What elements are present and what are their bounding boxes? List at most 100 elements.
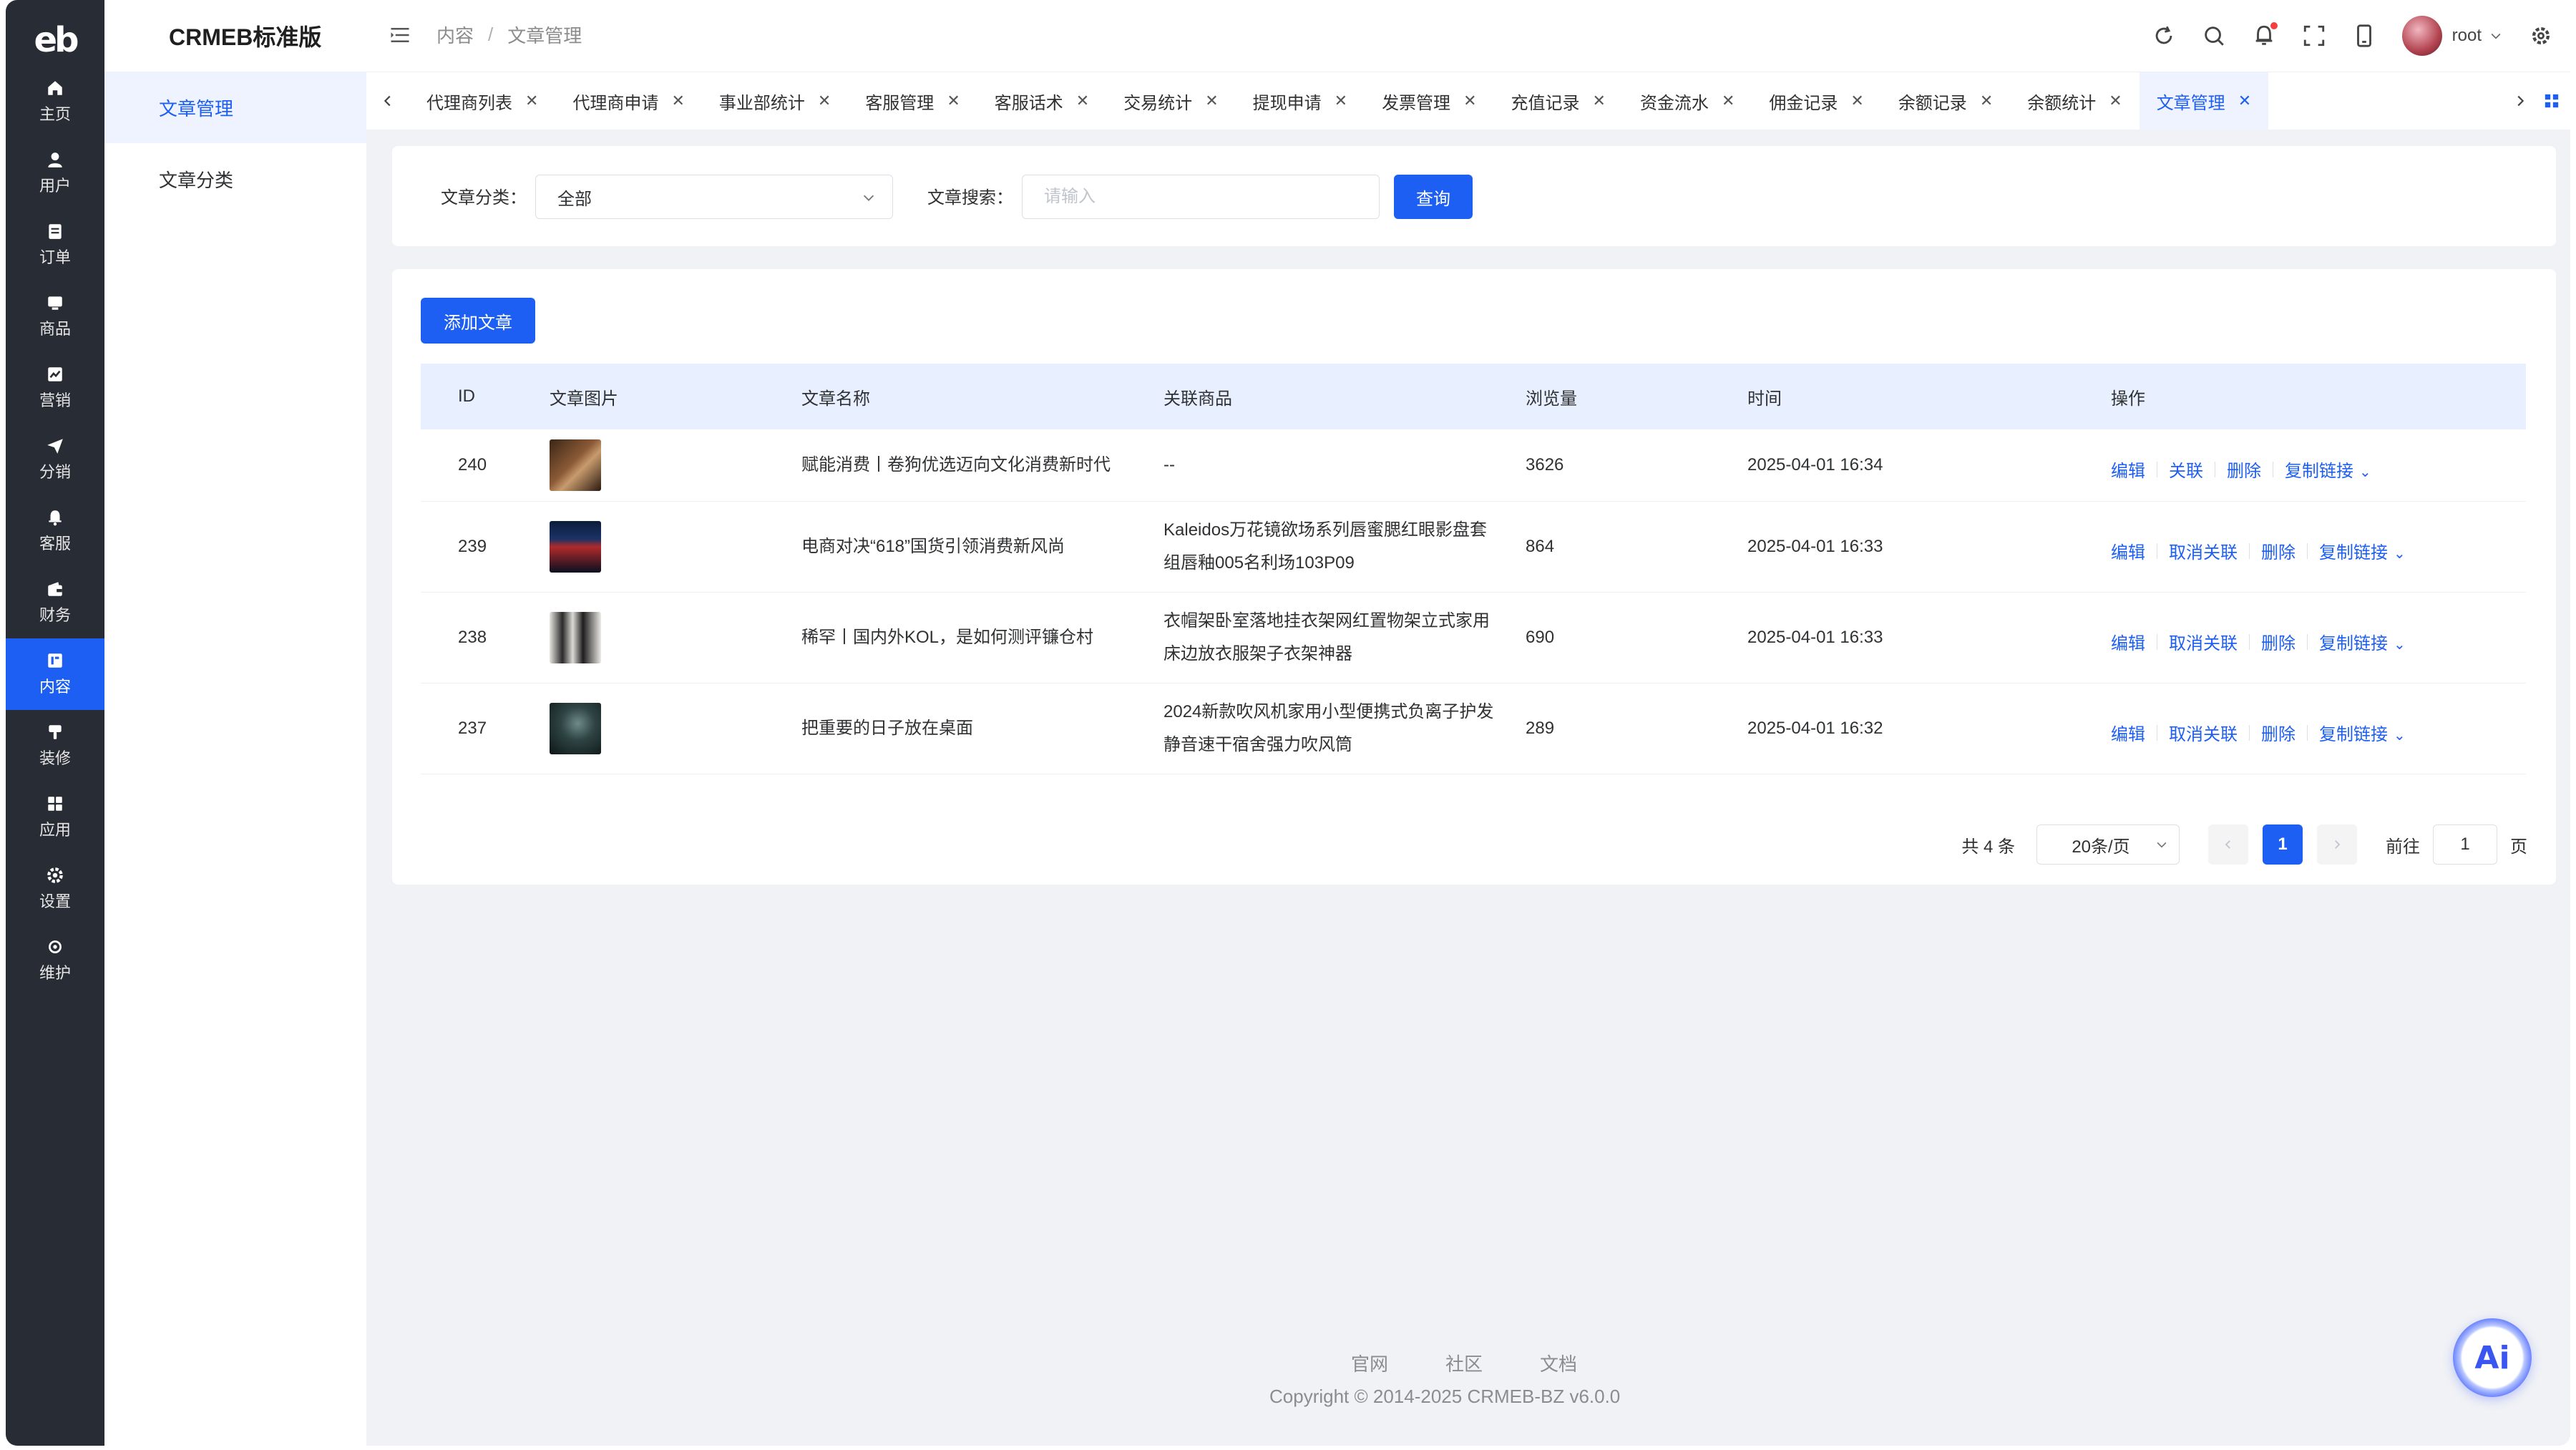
close-icon[interactable]: ✕ [1205,92,1218,110]
close-icon[interactable]: ✕ [671,92,684,110]
pagination-total: 共 4 条 [1961,837,2015,857]
category-select[interactable]: 全部 [535,175,893,219]
close-icon[interactable]: ✕ [2238,92,2251,110]
close-icon[interactable]: ✕ [947,92,960,110]
username[interactable]: root [2452,26,2482,46]
article-thumbnail[interactable] [550,439,601,491]
rail-item-marketing[interactable]: 营销 [6,352,104,424]
close-icon[interactable]: ✕ [2109,92,2122,110]
article-thumbnail[interactable] [550,612,601,663]
close-icon[interactable]: ✕ [1722,92,1735,110]
maintain-icon [49,940,62,953]
close-icon[interactable]: ✕ [1463,92,1476,110]
chevron-right-icon [2335,840,2341,849]
table-row: 238 稀罕丨国内外KOL，是如何测评镰仓村 衣帽架卧室落地挂衣架网红置物架立式… [421,593,2526,683]
delete-link[interactable]: 删除 [2261,538,2296,563]
close-icon[interactable]: ✕ [1850,92,1863,110]
article-thumbnail[interactable] [550,703,601,754]
copy-link-dropdown[interactable]: 复制链接 ⌄ [2285,457,2371,482]
goto-page-input[interactable]: 1 [2433,824,2497,865]
menu-toggle-icon[interactable] [389,24,411,46]
article-thumbnail[interactable] [550,521,601,573]
logo[interactable]: eb [6,14,104,66]
rail-item-product[interactable]: 商品 [6,281,104,352]
unrelate-link[interactable]: 取消关联 [2169,538,2238,563]
sub-item-article-category[interactable]: 文章分类 [104,143,366,215]
tab-fund-flow[interactable]: 资金流水 ✕ [1623,72,1752,130]
close-icon[interactable]: ✕ [1593,92,1606,110]
edit-link[interactable]: 编辑 [2111,538,2145,563]
rail-label: 分销 [39,463,71,481]
tab-invoice-manage[interactable]: 发票管理 ✕ [1365,72,1493,130]
tab-trade-stats[interactable]: 交易统计 ✕ [1106,72,1235,130]
gear-icon[interactable] [2529,24,2553,48]
notification-button[interactable] [2252,22,2278,48]
breadcrumb-item: 文章管理 [507,25,582,47]
avatar[interactable] [2401,16,2442,56]
article-table-card: 添加文章 ID 文章图片 文章名称 关联商品 浏览量 时间 操作 240 赋能消… [392,269,2556,885]
rail-item-maintain[interactable]: 维护 [6,925,104,996]
rail-item-apps[interactable]: 应用 [6,782,104,853]
footer-link-docs[interactable]: 文档 [1540,1350,1577,1376]
rail-item-service[interactable]: 客服 [6,495,104,567]
sub-item-article-manage[interactable]: 文章管理 [104,72,366,143]
query-button[interactable]: 查询 [1394,175,1473,219]
page-button-current[interactable]: 1 [2263,824,2303,865]
close-icon[interactable]: ✕ [1076,92,1089,110]
delete-link[interactable]: 删除 [2261,720,2296,745]
delete-link[interactable]: 删除 [2227,457,2261,482]
tabs-menu-button[interactable] [2537,72,2566,130]
tab-article-manage[interactable]: 文章管理 ✕ [2139,72,2269,130]
unrelate-link[interactable]: 取消关联 [2169,720,2238,745]
prev-page-button[interactable] [2208,824,2248,865]
rail-item-content[interactable]: 内容 [6,638,104,710]
rail-item-decorate[interactable]: 装修 [6,710,104,782]
rail-item-settings[interactable]: 设置 [6,853,104,925]
footer-link-official[interactable]: 官网 [1351,1350,1388,1376]
rail-item-distribution[interactable]: 分销 [6,424,104,495]
unrelate-link[interactable]: 取消关联 [2169,629,2238,654]
tabs-scroll-left[interactable] [374,72,402,130]
copy-link-dropdown[interactable]: 复制链接 ⌄ [2319,538,2406,563]
search-input[interactable] [1022,175,1380,219]
rail-item-home[interactable]: 主页 [6,66,104,137]
edit-link[interactable]: 编辑 [2111,629,2145,654]
tab-agent-list[interactable]: 代理商列表 ✕ [409,72,555,130]
tab-recharge-records[interactable]: 充值记录 ✕ [1494,72,1623,130]
search-icon[interactable] [2202,24,2226,48]
breadcrumb-item[interactable]: 内容 [436,21,474,48]
close-icon[interactable]: ✕ [525,92,538,110]
mobile-icon[interactable] [2352,24,2376,48]
copy-link-dropdown[interactable]: 复制链接 ⌄ [2319,629,2406,654]
add-article-button[interactable]: 添加文章 [421,298,535,344]
edit-link[interactable]: 编辑 [2111,457,2145,482]
tab-label: 资金流水 [1639,93,1709,113]
tab-commission-records[interactable]: 佣金记录 ✕ [1752,72,1880,130]
tab-agent-apply[interactable]: 代理商申请 ✕ [555,72,701,130]
refresh-icon[interactable] [2152,24,2176,48]
tab-service-manage[interactable]: 客服管理 ✕ [848,72,977,130]
footer-link-community[interactable]: 社区 [1445,1350,1483,1376]
delete-link[interactable]: 删除 [2261,629,2296,654]
close-icon[interactable]: ✕ [1335,92,1347,110]
tabs-scroll-right[interactable] [2506,72,2534,130]
copy-link-dropdown[interactable]: 复制链接 ⌄ [2319,720,2406,745]
next-page-button[interactable] [2317,824,2357,865]
tab-balance-stats[interactable]: 余额统计 ✕ [2010,72,2139,130]
tab-service-scripts[interactable]: 客服话术 ✕ [977,72,1106,130]
tab-division-stats[interactable]: 事业部统计 ✕ [702,72,848,130]
ai-assistant-button[interactable]: Ai [2453,1318,2532,1397]
relate-link[interactable]: 关联 [2169,457,2203,482]
tab-withdraw-apply[interactable]: 提现申请 ✕ [1236,72,1365,130]
page-size-select[interactable]: 20条/页 [2036,824,2180,865]
fullscreen-icon[interactable] [2302,24,2326,48]
chevron-down-icon[interactable] [2489,29,2503,43]
close-icon[interactable]: ✕ [1980,92,1993,110]
rail-item-order[interactable]: 订单 [6,209,104,281]
edit-link[interactable]: 编辑 [2111,720,2145,745]
rail-item-user[interactable]: 用户 [6,137,104,209]
tab-balance-records[interactable]: 余额记录 ✕ [1881,72,2010,130]
close-icon[interactable]: ✕ [818,92,831,110]
chevron-down-icon [863,195,874,201]
rail-item-finance[interactable]: 财务 [6,567,104,638]
